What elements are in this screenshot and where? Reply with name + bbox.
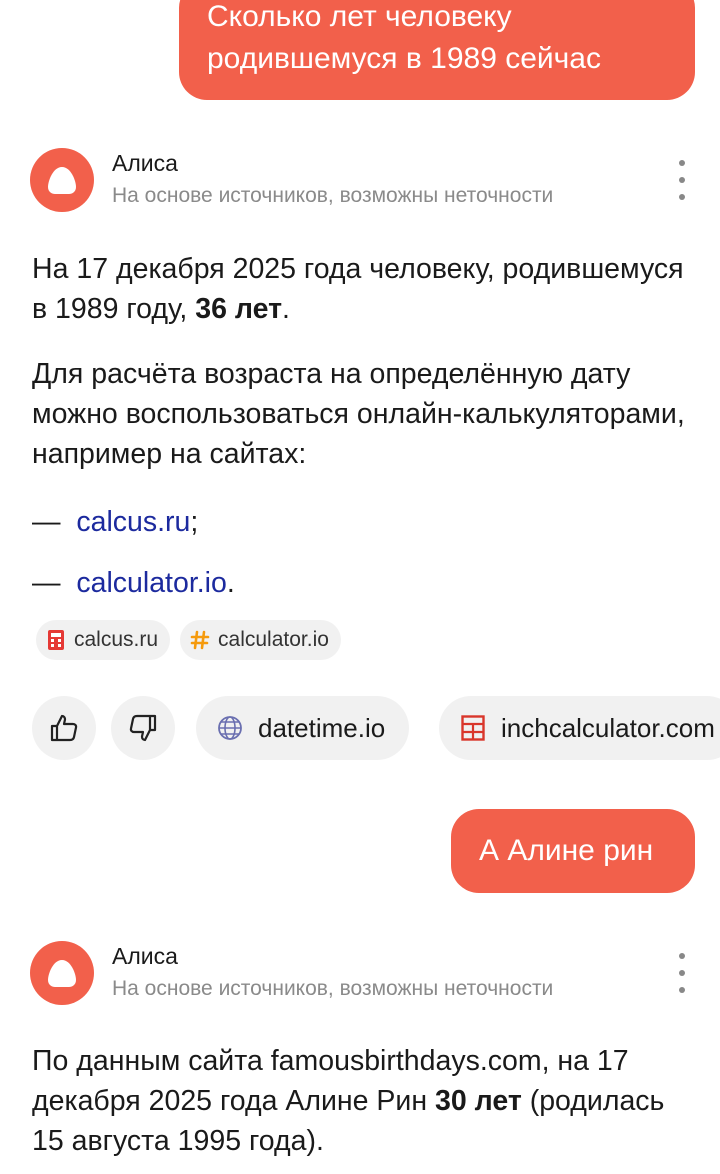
answer-text: . [282, 293, 290, 325]
dot-icon [679, 160, 685, 166]
answer-text: На 17 декабря 2025 года человеку, родивш… [32, 253, 684, 325]
dot-icon [679, 987, 685, 993]
dislike-button[interactable] [111, 696, 175, 760]
dot-icon [679, 194, 685, 200]
hash-icon [190, 630, 210, 650]
dot-icon [679, 177, 685, 183]
assistant-message-header: Алиса На основе источников, возможны нет… [30, 148, 700, 218]
more-options-button[interactable] [670, 160, 694, 200]
answer-highlight: 30 лет [435, 1085, 522, 1117]
answer-highlight: 36 лет [195, 293, 283, 325]
answer-paragraph: На 17 декабря 2025 года человеку, родивш… [32, 249, 692, 329]
source-link-datetime[interactable]: datetime.io [196, 696, 410, 760]
dot-icon [679, 970, 685, 976]
user-message-text: Сколько лет человеку родившемуся в 1989 … [207, 0, 601, 75]
thumbs-up-icon [50, 714, 78, 742]
answer-paragraph: По данным сайта famousbirthdays.com, на … [32, 1041, 692, 1161]
alice-avatar [30, 148, 94, 212]
user-message-bubble: А Алине рин [451, 809, 695, 893]
more-options-button[interactable] [670, 953, 694, 993]
assistant-name: Алиса [112, 943, 178, 969]
user-message-bubble: Сколько лет человеку родившемуся в 1989 … [179, 0, 695, 100]
assistant-answer: На 17 декабря 2025 года человеку, родивш… [32, 249, 692, 329]
calculator-io-link[interactable]: calculator.io [76, 567, 227, 599]
source-link-inchcalculator[interactable]: inchcalculator.com [439, 696, 720, 760]
answer-actions: datetime.io inchcalculator.com [32, 696, 720, 760]
calcus-link[interactable]: calcus.ru [76, 506, 190, 538]
chip-label: calculator.io [218, 628, 329, 651]
chip-label: calcus.ru [74, 628, 159, 651]
answer-paragraph: Для расчёта возраста на определённую дат… [32, 354, 692, 474]
user-message-text: А Алине рин [479, 834, 654, 867]
thumbs-down-icon [129, 714, 157, 742]
answer-text: Для расчёта возраста на определённую дат… [32, 358, 685, 470]
list-item: — calculator.io. [32, 563, 692, 603]
source-chip-calcus[interactable]: calcus.ru [36, 620, 171, 660]
like-button[interactable] [32, 696, 96, 760]
assistant-disclaimer: На основе источников, возможны неточност… [112, 977, 554, 1000]
list-dash: — [32, 506, 61, 538]
source-label: datetime.io [258, 712, 386, 743]
dot-icon [679, 953, 685, 959]
assistant-answer: По данным сайта famousbirthdays.com, на … [32, 1041, 692, 1161]
list-dash: — [32, 567, 61, 599]
assistant-name: Алиса [112, 150, 178, 176]
globe-icon [216, 714, 244, 742]
calculator-icon [46, 630, 66, 650]
assistant-disclaimer: На основе источников, возможны неточност… [112, 184, 554, 207]
source-label: inchcalculator.com [501, 712, 715, 743]
table-icon [459, 714, 487, 742]
alice-logo-icon [48, 167, 76, 194]
list-suffix: ; [190, 506, 199, 538]
list-suffix: . [226, 567, 235, 599]
source-chips: calcus.ru calculator.io [36, 620, 341, 660]
source-chip-calculator-io[interactable]: calculator.io [180, 620, 341, 660]
alice-logo-icon [48, 960, 76, 987]
list-item: — calcus.ru; [32, 502, 692, 542]
alice-avatar [30, 941, 94, 1005]
assistant-message-header: Алиса На основе источников, возможны нет… [30, 941, 700, 1011]
